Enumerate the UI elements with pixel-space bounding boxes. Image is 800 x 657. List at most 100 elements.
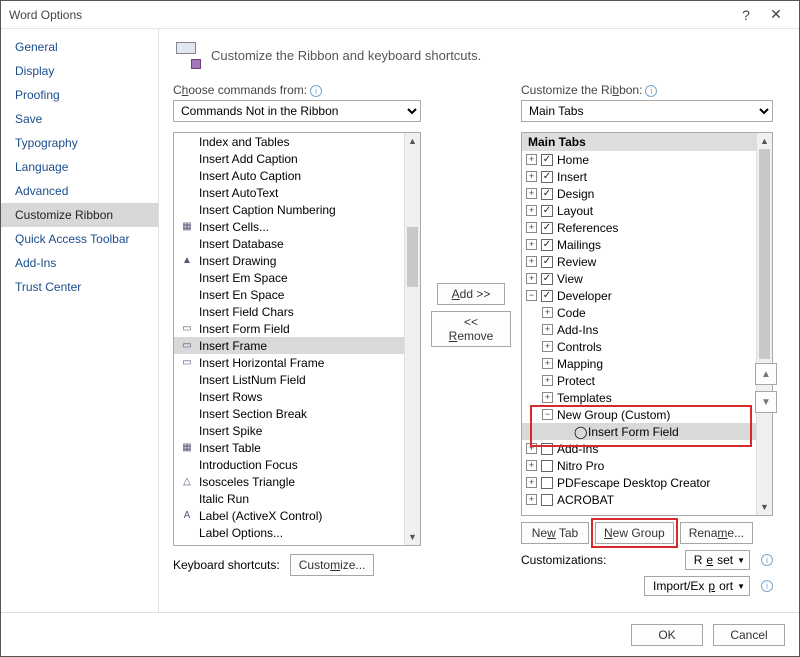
expand-icon[interactable]: + (526, 443, 537, 454)
command-item[interactable]: ▭Insert Frame (174, 337, 404, 354)
scroll-down-icon[interactable]: ▼ (757, 499, 772, 515)
sidebar-item-display[interactable]: Display (1, 59, 158, 83)
tab-developer[interactable]: −✓Developer (522, 287, 756, 304)
expand-icon[interactable]: + (526, 273, 537, 284)
info-icon[interactable]: i (761, 554, 773, 566)
info-icon[interactable]: i (645, 85, 657, 97)
customize-keyboard-button[interactable]: Customize... (290, 554, 375, 576)
tab-view[interactable]: +✓View (522, 270, 756, 287)
command-item[interactable]: Insert Auto Caption (174, 167, 404, 184)
checkbox[interactable] (541, 460, 553, 472)
tab-review[interactable]: +✓Review (522, 253, 756, 270)
checkbox[interactable]: ✓ (541, 205, 553, 217)
choose-commands-dropdown[interactable]: Commands Not in the Ribbon (173, 100, 421, 122)
expand-icon[interactable]: + (526, 239, 537, 250)
move-down-button[interactable]: ▼ (755, 391, 777, 413)
command-item[interactable]: Index and Tables (174, 133, 404, 150)
command-item[interactable]: Insert Field Chars (174, 303, 404, 320)
tab-add-ins[interactable]: +Add-Ins (522, 440, 756, 457)
command-item[interactable]: Insert Rows (174, 388, 404, 405)
expand-icon[interactable]: + (542, 324, 553, 335)
tab-design[interactable]: +✓Design (522, 185, 756, 202)
tab-home[interactable]: +✓Home (522, 151, 756, 168)
import-export-button[interactable]: Import/Export ▼ (644, 576, 750, 596)
sidebar-item-trust-center[interactable]: Trust Center (1, 275, 158, 299)
tab-pdfescape-desktop-creator[interactable]: +PDFescape Desktop Creator (522, 474, 756, 491)
tab-insert[interactable]: +✓Insert (522, 168, 756, 185)
command-item[interactable]: Insert Em Space (174, 269, 404, 286)
command-item[interactable]: Insert Add Caption (174, 150, 404, 167)
sidebar-item-advanced[interactable]: Advanced (1, 179, 158, 203)
checkbox[interactable] (541, 477, 553, 489)
expand-icon[interactable]: + (542, 392, 553, 403)
sidebar-item-general[interactable]: General (1, 35, 158, 59)
expand-icon[interactable]: + (526, 205, 537, 216)
sidebar-item-proofing[interactable]: Proofing (1, 83, 158, 107)
reset-button[interactable]: Reset ▼ (685, 550, 750, 570)
expand-icon[interactable]: − (542, 409, 553, 420)
command-item[interactable]: Label Options... (174, 524, 404, 541)
group-protect[interactable]: +Protect (522, 372, 756, 389)
sidebar-item-typography[interactable]: Typography (1, 131, 158, 155)
commands-listbox[interactable]: Index and TablesInsert Add CaptionInsert… (173, 132, 421, 546)
command-item[interactable]: Italic Run (174, 490, 404, 507)
group-mapping[interactable]: +Mapping (522, 355, 756, 372)
tab-acrobat[interactable]: +ACROBAT (522, 491, 756, 508)
new-group-button[interactable]: New Group (595, 522, 674, 544)
add-button[interactable]: Add >> (437, 283, 505, 305)
group-code[interactable]: +Code (522, 304, 756, 321)
new-tab-button[interactable]: New Tab (521, 522, 589, 544)
close-button[interactable]: ✕ (761, 6, 791, 23)
command-item[interactable]: Insert ListNum Field (174, 371, 404, 388)
scrollbar[interactable]: ▲ ▼ (756, 133, 772, 515)
info-icon[interactable]: i (761, 580, 773, 592)
sidebar-item-save[interactable]: Save (1, 107, 158, 131)
checkbox[interactable]: ✓ (541, 222, 553, 234)
command-item[interactable]: Insert En Space (174, 286, 404, 303)
expand-icon[interactable]: + (542, 375, 553, 386)
expand-icon[interactable]: − (526, 290, 537, 301)
command-item[interactable]: ▭Insert Form Field (174, 320, 404, 337)
checkbox[interactable]: ✓ (541, 171, 553, 183)
tab-references[interactable]: +✓References (522, 219, 756, 236)
ok-button[interactable]: OK (631, 624, 703, 646)
sidebar-item-add-ins[interactable]: Add-Ins (1, 251, 158, 275)
tab-layout[interactable]: +✓Layout (522, 202, 756, 219)
checkbox[interactable]: ✓ (541, 154, 553, 166)
group-templates[interactable]: +Templates (522, 389, 756, 406)
checkbox[interactable]: ✓ (541, 256, 553, 268)
custom-group[interactable]: −New Group (Custom) (522, 406, 756, 423)
scroll-thumb[interactable] (407, 227, 418, 287)
scroll-thumb[interactable] (759, 149, 770, 359)
checkbox[interactable]: ✓ (541, 273, 553, 285)
command-item[interactable]: Insert Caption Numbering (174, 201, 404, 218)
help-button[interactable]: ? (731, 7, 761, 23)
scrollbar[interactable]: ▲ ▼ (404, 133, 420, 545)
expand-icon[interactable]: + (526, 188, 537, 199)
command-item[interactable]: ▲Insert Drawing (174, 252, 404, 269)
move-up-button[interactable]: ▲ (755, 363, 777, 385)
info-icon[interactable]: i (310, 85, 322, 97)
tab-mailings[interactable]: +✓Mailings (522, 236, 756, 253)
ribbon-tree[interactable]: Main Tabs+✓Home+✓Insert+✓Design+✓Layout+… (521, 132, 773, 516)
command-item[interactable]: ▦Insert Cells... (174, 218, 404, 235)
command-item[interactable]: ALabel (ActiveX Control) (174, 507, 404, 524)
expand-icon[interactable]: + (526, 477, 537, 488)
checkbox[interactable]: ✓ (541, 290, 553, 302)
checkbox[interactable] (541, 443, 553, 455)
scroll-up-icon[interactable]: ▲ (757, 133, 772, 149)
ribbon-dropdown[interactable]: Main Tabs (521, 100, 773, 122)
expand-icon[interactable]: + (526, 171, 537, 182)
expand-icon[interactable]: + (526, 222, 537, 233)
expand-icon[interactable]: + (542, 341, 553, 352)
expand-icon[interactable]: + (526, 154, 537, 165)
cancel-button[interactable]: Cancel (713, 624, 785, 646)
command-item[interactable]: Insert Spike (174, 422, 404, 439)
custom-group-item[interactable]: ◯ Insert Form Field (522, 423, 756, 440)
command-item[interactable]: Insert AutoText (174, 184, 404, 201)
scroll-down-icon[interactable]: ▼ (405, 529, 420, 545)
checkbox[interactable]: ✓ (541, 188, 553, 200)
remove-button[interactable]: << Remove (431, 311, 511, 347)
group-controls[interactable]: +Controls (522, 338, 756, 355)
expand-icon[interactable]: + (542, 307, 553, 318)
